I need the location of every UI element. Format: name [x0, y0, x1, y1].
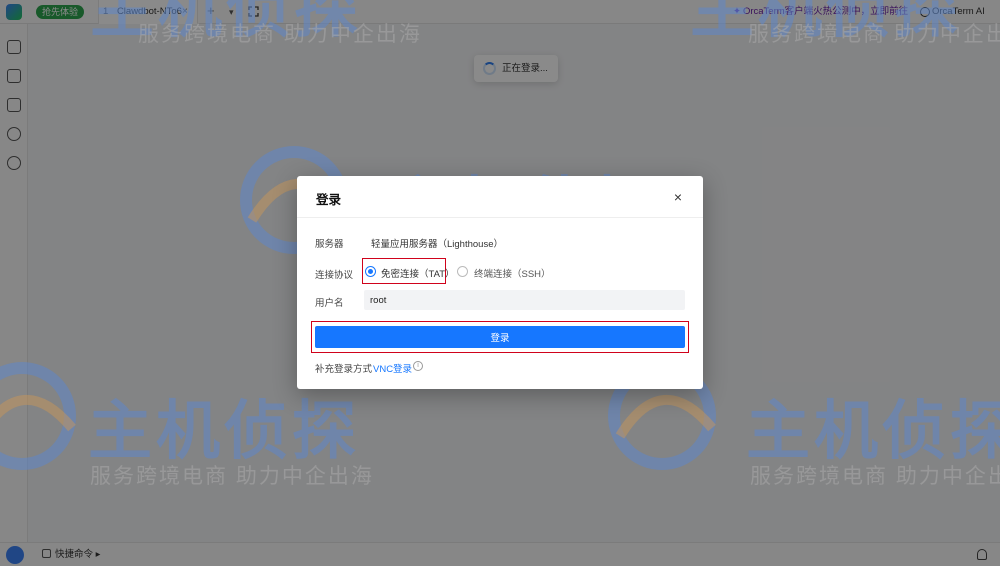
close-icon[interactable]: × — [671, 190, 685, 204]
login-button[interactable]: 登录 — [315, 326, 685, 348]
username-label: 用户名 — [315, 298, 344, 309]
login-dialog: 登录 × 服务器 轻量应用服务器（Lighthouse） 连接协议 免密连接（T… — [297, 176, 703, 389]
info-icon[interactable]: i — [413, 361, 423, 371]
divider — [297, 217, 703, 218]
dialog-title: 登录 — [316, 193, 342, 207]
radio-ssh[interactable] — [457, 266, 468, 277]
radio-ssh-label[interactable]: 终端连接（SSH） — [474, 266, 551, 280]
vnc-login-link[interactable]: VNC登录 — [373, 361, 412, 375]
server-label: 服务器 — [315, 239, 344, 250]
radio-tat-label[interactable]: 免密连接（TAT） — [381, 266, 455, 280]
protocol-label: 连接协议 — [315, 270, 354, 281]
alt-login-label: 补充登录方式 — [315, 364, 373, 375]
username-field[interactable] — [364, 290, 685, 310]
radio-tat[interactable] — [365, 266, 376, 277]
server-value: 轻量应用服务器（Lighthouse） — [371, 239, 503, 250]
